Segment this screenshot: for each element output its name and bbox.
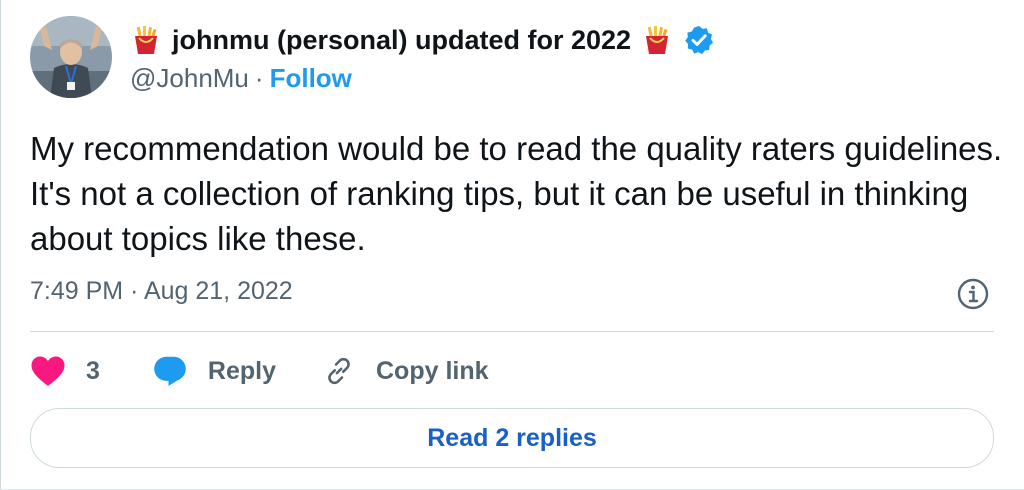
reply-bubble-icon: [154, 356, 186, 386]
fries-icon: [130, 24, 162, 56]
author-handle[interactable]: @JohnMu: [130, 63, 249, 94]
tweet-timestamp[interactable]: 7:49 PM · Aug 21, 2022: [30, 277, 293, 306]
copy-link-label: Copy link: [376, 356, 489, 385]
reply-button[interactable]: Reply: [152, 354, 276, 388]
divider: [30, 331, 994, 332]
author-handle-row: @JohnMu · Follow: [130, 60, 352, 96]
link-icon: [328, 357, 350, 385]
tweet-text: My recommendation would be to read the q…: [30, 130, 1003, 257]
like-count: 3: [86, 356, 100, 385]
info-icon[interactable]: [956, 277, 990, 311]
avatar[interactable]: [30, 16, 112, 98]
like-button[interactable]: 3: [30, 354, 100, 388]
card-border: [0, 0, 1, 490]
separator-dot: ·: [254, 62, 264, 93]
read-replies-button[interactable]: Read 2 replies: [30, 408, 994, 468]
author-name-row[interactable]: johnmu (personal) updated for 2022: [130, 22, 715, 58]
avatar-photo: [30, 16, 112, 98]
action-bar: 3 Reply Copy link: [30, 350, 489, 392]
fries-icon: [641, 24, 673, 56]
heart-icon: [31, 356, 65, 386]
reply-label: Reply: [207, 356, 276, 385]
author-display-name[interactable]: johnmu (personal) updated for 2022: [172, 25, 631, 56]
follow-button[interactable]: Follow: [270, 63, 352, 94]
verified-badge-icon: [683, 24, 715, 56]
copy-link-button[interactable]: Copy link: [322, 354, 489, 388]
